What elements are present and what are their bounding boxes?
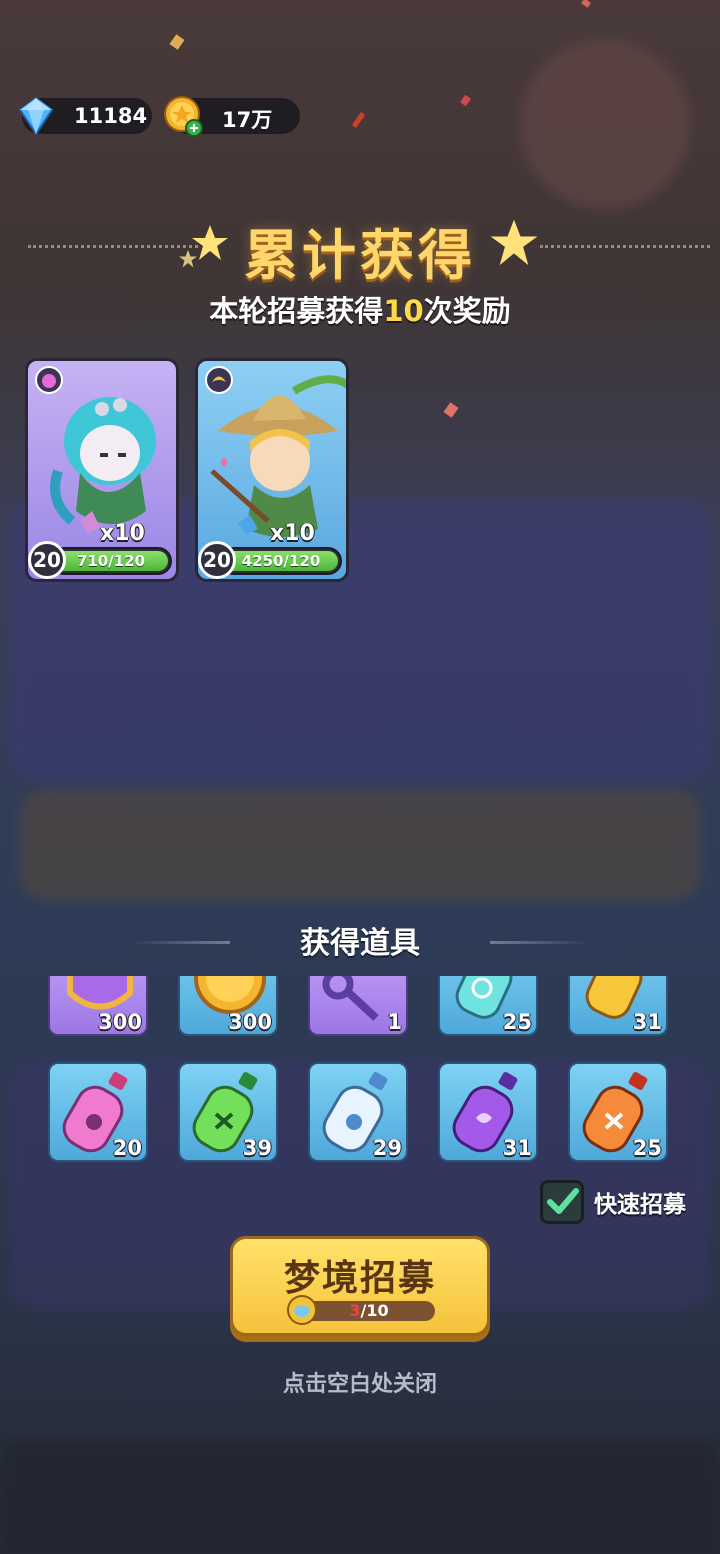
subtitle-prefix: 本轮招募获得 — [209, 294, 384, 328]
hero-progress-bar: 4250/120 — [220, 547, 342, 575]
hero-shard-count: x10 — [270, 521, 315, 546]
dream-recruit-button[interactable]: 梦境招募 3/10 — [230, 1236, 490, 1336]
faction-emblem-icon — [205, 366, 233, 394]
item-slot[interactable]: 300 — [178, 976, 278, 1036]
quick-recruit-checkbox[interactable] — [540, 1180, 584, 1224]
reward-title-banner: 累计获得 — [0, 205, 720, 287]
subtitle-suffix: 次奖励 — [423, 294, 511, 328]
item-slot[interactable]: 25 — [568, 1062, 668, 1162]
confetti — [443, 402, 459, 418]
gold-coin-plus-icon[interactable] — [162, 94, 206, 138]
faction-emblem-icon — [35, 366, 63, 394]
hero-card[interactable]: x10 4250/120 20 — [195, 358, 349, 582]
item-count: 20 — [112, 1136, 142, 1160]
subtitle-count: 10 — [383, 294, 424, 328]
background-decoration — [520, 40, 690, 210]
item-count: 31 — [502, 1136, 532, 1160]
gem-amount: 11184 — [74, 104, 148, 128]
quick-recruit-label: 快速招募 — [594, 1192, 686, 1218]
background-panel — [20, 790, 700, 900]
reward-title: 累计获得 — [244, 224, 476, 287]
item-slot[interactable]: 25 — [438, 976, 538, 1036]
hero-level-badge: 20 — [198, 541, 236, 579]
items-section-title: 获得道具 — [300, 926, 420, 961]
recruit-button-label: 梦境招募 — [283, 1258, 436, 1299]
item-count: 29 — [372, 1136, 402, 1160]
hero-shard-count: x10 — [100, 521, 145, 546]
item-count: 25 — [502, 1010, 532, 1034]
gem-counter[interactable]: 11184 — [18, 96, 152, 136]
gold-amount: 17万 — [222, 108, 273, 132]
hero-level-badge: 20 — [28, 541, 66, 579]
items-row-partial[interactable]: 300 300 1 25 31 — [0, 976, 720, 1036]
item-count: 39 — [242, 1136, 272, 1160]
close-hint[interactable]: 点击空白处关闭 — [0, 1366, 720, 1398]
quick-recruit-toggle[interactable]: 快速招募 — [540, 1180, 686, 1224]
hero-progress-bar: 710/120 — [50, 547, 172, 575]
diamond-icon — [18, 96, 54, 136]
recruit-progress-text: 3/10 — [303, 1301, 435, 1321]
confetti — [460, 94, 471, 107]
item-slot[interactable]: 39 — [178, 1062, 278, 1162]
item-count: 31 — [632, 1010, 662, 1034]
hero-progress-text: 4250/120 — [241, 552, 321, 570]
confetti — [351, 112, 366, 128]
item-count: 25 — [632, 1136, 662, 1160]
background-bottom-bar — [0, 1440, 720, 1554]
item-slot[interactable]: 1 — [308, 976, 408, 1036]
item-slot[interactable]: 31 — [568, 976, 668, 1036]
recruit-progress-total: /10 — [360, 1301, 389, 1320]
checkmark-icon — [547, 1188, 579, 1214]
confetti — [169, 34, 185, 50]
hero-progress-text: 710/120 — [76, 552, 146, 570]
item-count: 300 — [98, 1010, 142, 1034]
reward-subtitle: 本轮招募获得10次奖励 — [0, 288, 720, 330]
gold-counter[interactable]: 17万 — [164, 96, 300, 137]
item-slot[interactable]: 31 — [438, 1062, 538, 1162]
item-count: 300 — [228, 1010, 272, 1034]
item-count: 1 — [387, 1010, 402, 1034]
item-slot[interactable]: 20 — [48, 1062, 148, 1162]
confetti — [581, 0, 591, 8]
item-slot[interactable]: 300 — [48, 976, 148, 1036]
recruit-progress-current: 3 — [349, 1301, 361, 1320]
item-slot[interactable]: 29 — [308, 1062, 408, 1162]
hero-card[interactable]: x10 710/120 20 — [25, 358, 179, 582]
